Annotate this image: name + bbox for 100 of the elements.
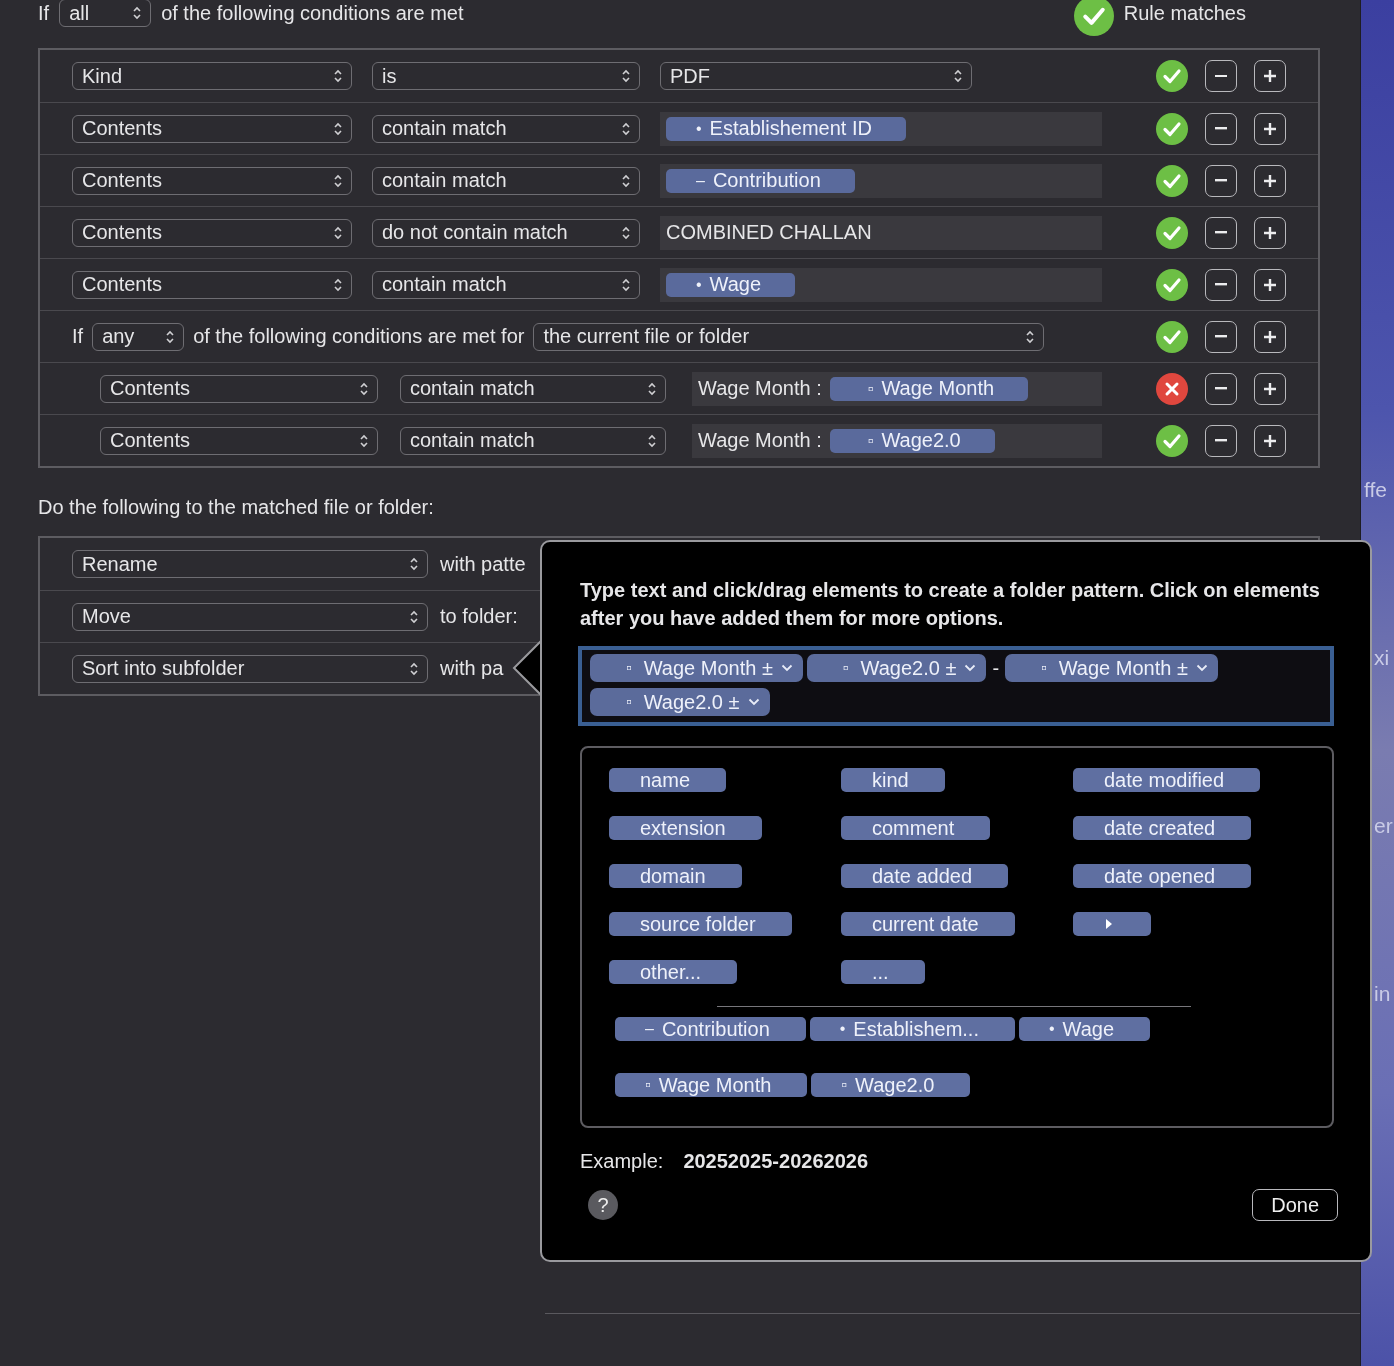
remove-button[interactable] xyxy=(1205,164,1237,197)
remove-button[interactable] xyxy=(1205,112,1237,145)
element-token[interactable]: other... xyxy=(609,960,738,984)
attribute-popup[interactable]: Contents xyxy=(100,426,378,455)
element-token[interactable]: source folder xyxy=(609,912,792,936)
token[interactable]: • Wage xyxy=(666,272,796,297)
target-popup[interactable]: the current file or folder xyxy=(533,322,1044,351)
element-token[interactable]: date modified xyxy=(1073,768,1261,792)
attribute-popup[interactable]: Contents xyxy=(72,166,352,195)
element-token[interactable]: ▫ Wage Month xyxy=(615,1073,808,1097)
help-button[interactable]: ? xyxy=(588,1190,618,1220)
add-button[interactable] xyxy=(1254,60,1286,92)
value-popup[interactable]: PDF xyxy=(660,62,972,90)
token[interactable]: • Establishement ID xyxy=(666,116,906,141)
element-token[interactable]: date added xyxy=(841,864,1009,888)
minus-icon xyxy=(1215,127,1227,130)
attribute-popup[interactable]: Contents xyxy=(100,374,378,403)
element-token[interactable]: extension xyxy=(609,816,762,840)
operator-popup[interactable]: contain match xyxy=(400,374,666,403)
popup-value: all xyxy=(69,1,90,25)
operator-popup[interactable]: do not contain match xyxy=(372,218,640,247)
element-token[interactable]: name xyxy=(609,768,727,792)
element-token[interactable]: • Wage xyxy=(1018,1017,1151,1041)
add-button[interactable] xyxy=(1254,372,1286,405)
pattern-token[interactable]: ▫ Wage Month ± xyxy=(590,654,803,682)
updown-chevron-icon xyxy=(359,380,369,397)
plus-icon xyxy=(1262,120,1278,137)
popup-value: is xyxy=(382,64,397,88)
minus-icon xyxy=(1215,387,1227,390)
updown-chevron-icon xyxy=(409,660,419,677)
element-token[interactable]: current date xyxy=(841,912,1015,936)
condition-label: of the following conditions are met for xyxy=(193,325,525,348)
remove-button[interactable] xyxy=(1205,320,1237,353)
token[interactable]: – Contribution xyxy=(666,168,855,193)
remove-button[interactable] xyxy=(1205,372,1237,405)
action-popup[interactable]: Sort into subfolder xyxy=(72,654,428,683)
minus-icon xyxy=(1215,179,1227,182)
action-popup[interactable]: Move xyxy=(72,602,428,631)
add-button[interactable] xyxy=(1254,424,1286,457)
updown-chevron-icon xyxy=(409,608,419,625)
window-text: xi xyxy=(1374,646,1390,669)
plus-icon xyxy=(1262,328,1278,345)
element-token[interactable]: date opened xyxy=(1073,864,1252,888)
token[interactable]: ▫ Wage2.0 xyxy=(829,428,995,453)
element-token[interactable]: ▫ Wage2.0 xyxy=(811,1073,971,1097)
field-text: Wage Month : xyxy=(698,429,822,452)
element-token[interactable]: – Contribution xyxy=(615,1017,806,1041)
updown-chevron-icon xyxy=(621,68,631,84)
popup-value: Kind xyxy=(82,64,123,88)
pattern-field[interactable]: ▫ Wage Month ± ▫ Wage2.0 ± - ▫ Wage Month ± ▫ Wage2.0 ± xyxy=(578,646,1334,726)
plus-icon xyxy=(1262,68,1278,84)
operator-popup[interactable]: contain match xyxy=(372,166,640,195)
operator-popup[interactable]: contain match xyxy=(372,114,640,143)
add-button[interactable] xyxy=(1254,164,1286,197)
value-field[interactable]: • Wage xyxy=(660,267,1102,302)
plus-icon xyxy=(1262,432,1278,449)
pattern-token[interactable]: ▫ Wage2.0 ± xyxy=(590,688,770,716)
minus-icon xyxy=(1215,283,1227,286)
add-button[interactable] xyxy=(1254,268,1286,301)
minus-icon xyxy=(1215,231,1227,234)
element-token[interactable]: ... xyxy=(841,960,925,984)
add-button[interactable] xyxy=(1254,112,1286,145)
actions-title: Do the following to the matched file or folder: xyxy=(38,496,435,520)
operator-popup[interactable]: contain match xyxy=(400,426,666,455)
value-field[interactable]: Wage Month : ▫ Wage2.0 xyxy=(692,423,1102,458)
remove-button[interactable] xyxy=(1205,268,1237,301)
token[interactable]: ▫ Wage Month xyxy=(829,376,1029,401)
value-field[interactable]: • Establishement ID xyxy=(660,111,1102,146)
popup-value: any xyxy=(102,325,135,348)
pattern-token[interactable]: ▫ Wage2.0 ± xyxy=(806,654,987,682)
value-field[interactable]: COMBINED CHALLAN xyxy=(660,215,1102,250)
element-token[interactable]: date created xyxy=(1073,816,1252,840)
remove-button[interactable] xyxy=(1205,60,1237,92)
attribute-popup[interactable]: Contents xyxy=(72,270,352,299)
rule-label: If xyxy=(38,1,50,25)
done-button[interactable]: Done xyxy=(1252,1189,1338,1221)
add-button[interactable] xyxy=(1254,216,1286,249)
attribute-popup[interactable]: Contents xyxy=(72,218,352,247)
quantifier-popup[interactable]: any xyxy=(92,322,185,351)
operator-popup[interactable]: contain match xyxy=(372,270,640,299)
element-token[interactable]: • Establishem... xyxy=(809,1017,1015,1041)
window-text: in xyxy=(1374,982,1391,1005)
remove-button[interactable] xyxy=(1205,216,1237,249)
element-token[interactable]: comment xyxy=(841,816,991,840)
pattern-token[interactable]: ▫ Wage Month ± xyxy=(1005,654,1218,682)
updown-chevron-icon xyxy=(621,224,631,241)
instructions-text: Type text and click/drag elements to create a folder pattern. Click on elements after you have added them for more options. xyxy=(580,578,1321,631)
action-popup[interactable]: Rename xyxy=(72,550,428,578)
updown-chevron-icon xyxy=(647,380,657,397)
attribute-popup[interactable]: Contents xyxy=(72,114,352,143)
remove-button[interactable] xyxy=(1205,424,1237,457)
add-button[interactable] xyxy=(1254,320,1286,353)
operator-popup[interactable]: is xyxy=(372,62,640,90)
element-token[interactable]: domain xyxy=(609,864,742,888)
value-field[interactable]: – Contribution xyxy=(660,163,1102,198)
value-field[interactable]: Wage Month : ▫ Wage Month xyxy=(692,371,1102,406)
attribute-popup[interactable]: Kind xyxy=(72,62,352,90)
element-token[interactable]: kind xyxy=(841,768,945,792)
updown-chevron-icon xyxy=(333,120,343,137)
popup-value: Contents xyxy=(110,377,191,400)
